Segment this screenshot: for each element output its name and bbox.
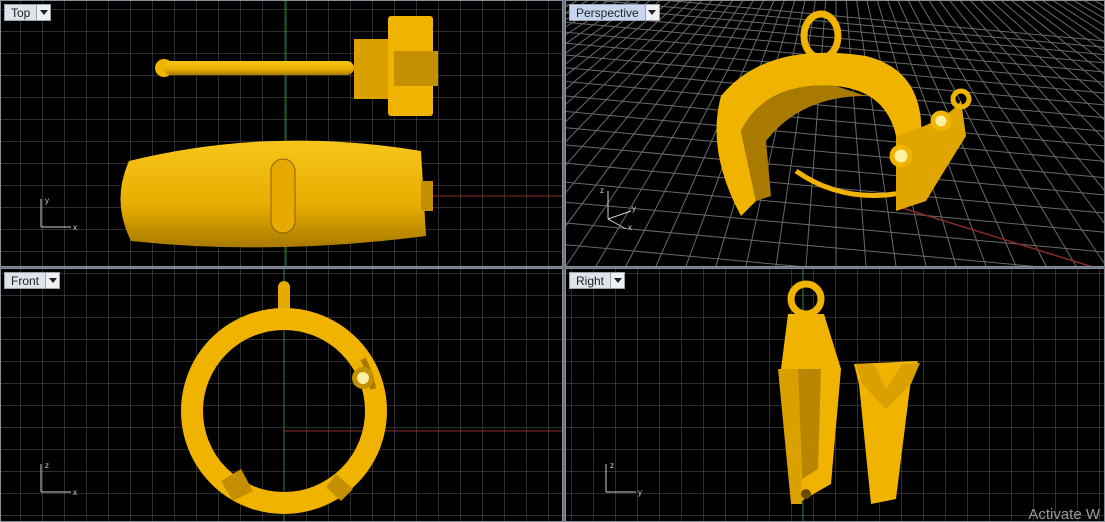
axis-label-z: z [600,186,604,195]
viewport-front[interactable]: z x Front [0,268,563,522]
axes-icon: z y x [600,186,636,231]
axis-label-x: x [73,488,77,497]
axes-icon: y x [40,196,77,232]
axes-icon: z x [40,461,77,497]
viewport-title: Front [11,274,40,288]
chevron-down-icon[interactable] [36,5,51,20]
viewport-tab-perspective[interactable]: Perspective [569,4,660,21]
viewport-perspective[interactable]: z y x Perspective [565,0,1105,267]
chevron-down-icon[interactable] [644,5,659,20]
axis-label-x: x [628,223,632,231]
axis-label-z: z [610,461,614,470]
viewport-tab-front[interactable]: Front [4,272,61,289]
viewport-title: Perspective [576,6,639,20]
axis-label-y: y [45,196,49,205]
chevron-down-icon[interactable] [45,273,60,288]
chevron-down-icon[interactable] [610,273,625,288]
model-right-view[interactable] [566,269,1105,522]
viewport-title: Top [11,6,31,20]
axis-label-x: x [73,223,77,232]
model-perspective-view[interactable] [566,1,1105,267]
viewport-right[interactable]: z y Right Activate W [565,268,1105,522]
axis-label-y: y [632,204,636,213]
viewport-title: Right [576,274,605,288]
viewport-tab-top[interactable]: Top [4,4,52,21]
viewport-tab-right[interactable]: Right [569,272,626,289]
axes-icon: z y [605,461,642,497]
axis-label-z: z [45,461,49,470]
model-front-view[interactable] [1,269,563,522]
activation-watermark: Activate W [1028,506,1100,522]
viewport-top[interactable]: y x Top [0,0,563,267]
axis-label-y: y [638,488,642,497]
model-top-view[interactable] [1,1,563,267]
